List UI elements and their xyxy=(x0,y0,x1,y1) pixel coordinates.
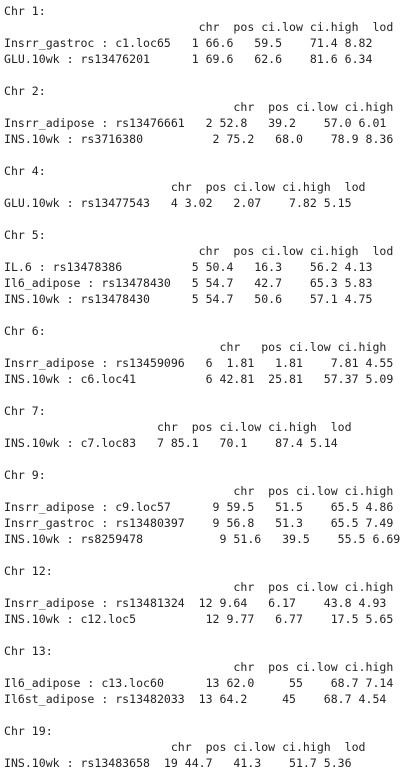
table-row: Insrr_gastroc : rs13480397 9 56.8 51.3 6… xyxy=(4,516,394,530)
table-header-row: chr pos ci.low ci.high lod xyxy=(4,20,394,34)
table-row: GLU.10wk : rs13477543 4 3.02 2.07 7.82 5… xyxy=(4,196,352,210)
table-row: Insrr_adipose : rs13481324 12 9.64 6.17 … xyxy=(4,596,387,610)
table-header-row: chr pos ci.low ci.high lod xyxy=(4,740,366,754)
table-row: INS.10wk : c7.loc83 7 85.1 70.1 87.4 5.1… xyxy=(4,436,338,450)
table-row: IL.6 : rs13478386 5 50.4 16.3 56.2 4.13 xyxy=(4,260,373,274)
table-row: Insrr_adipose : rs13459096 6 1.81 1.81 7… xyxy=(4,356,394,370)
chromosome-heading: Chr 4: xyxy=(4,164,46,178)
table-row: Il6_adipose : c13.loc60 13 62.0 55 68.7 … xyxy=(4,676,394,690)
chromosome-heading: Chr 13: xyxy=(4,644,53,658)
chromosome-heading: Chr 12: xyxy=(4,564,53,578)
table-header-row: chr pos ci.low ci.high lod xyxy=(4,484,401,498)
chromosome-heading: Chr 2: xyxy=(4,84,46,98)
table-row: INS.10wk : rs13483658 19 44.7 41.3 51.7 … xyxy=(4,756,352,770)
console-output: Chr 1: chr pos ci.low ci.high lod Insrr_g… xyxy=(0,0,401,775)
table-header-row: chr pos ci.low ci.high lod xyxy=(4,180,366,194)
table-header-row: chr pos ci.low ci.high lod xyxy=(4,420,352,434)
table-row: Il6st_adipose : rs13482033 13 64.2 45 68… xyxy=(4,692,387,706)
table-row: Insrr_gastroc : c1.loc65 1 66.6 59.5 71.… xyxy=(4,36,373,50)
chromosome-heading: Chr 7: xyxy=(4,404,46,418)
table-header-row: chr pos ci.low ci.high lod xyxy=(4,100,401,114)
table-row: INS.10wk : c12.loc5 12 9.77 6.77 17.5 5.… xyxy=(4,612,394,626)
table-row: INS.10wk : rs13478430 5 54.7 50.6 57.1 4… xyxy=(4,292,373,306)
chromosome-heading: Chr 19: xyxy=(4,724,53,738)
table-header-row: chr pos ci.low ci.high lod xyxy=(4,340,401,354)
table-row: Insrr_adipose : rs13476661 2 52.8 39.2 5… xyxy=(4,116,387,130)
chromosome-heading: Chr 5: xyxy=(4,228,46,242)
chromosome-heading: Chr 6: xyxy=(4,324,46,338)
table-row: INS.10wk : c6.loc41 6 42.81 25.81 57.37 … xyxy=(4,372,394,386)
table-header-row: chr pos ci.low ci.high lod xyxy=(4,244,394,258)
chromosome-heading: Chr 1: xyxy=(4,4,46,18)
table-row: GLU.10wk : rs13476201 1 69.6 62.6 81.6 6… xyxy=(4,52,373,66)
table-row: INS.10wk : rs3716380 2 75.2 68.0 78.9 8.… xyxy=(4,132,394,146)
table-row: INS.10wk : rs8259478 9 51.6 39.5 55.5 6.… xyxy=(4,532,401,546)
table-header-row: chr pos ci.low ci.high lod xyxy=(4,660,401,674)
table-row: Il6_adipose : rs13478430 5 54.7 42.7 65.… xyxy=(4,276,373,290)
table-row: Insrr_adipose : c9.loc57 9 59.5 51.5 65.… xyxy=(4,500,394,514)
chromosome-heading: Chr 9: xyxy=(4,468,46,482)
table-header-row: chr pos ci.low ci.high lod xyxy=(4,580,401,594)
